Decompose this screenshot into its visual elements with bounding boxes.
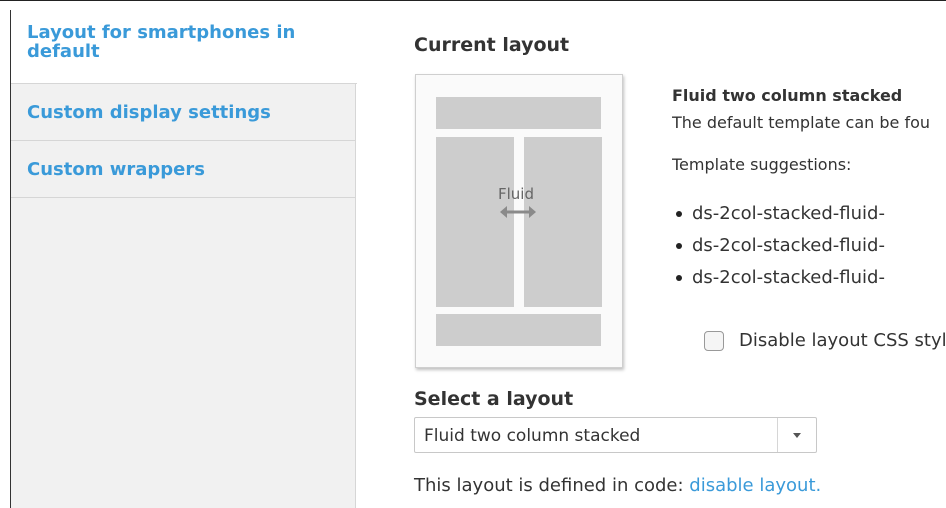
template-suggestions-list: ds-2col-stacked-fluid- ds-2col-stacked-f…: [672, 198, 946, 294]
bullet-icon: [676, 211, 682, 217]
suggestion-text: ds-2col-stacked-fluid-: [692, 267, 885, 288]
layout-select-value: Fluid two column stacked: [424, 426, 641, 446]
double-arrow-icon: [500, 206, 536, 218]
tab-custom-display-settings[interactable]: Custom display settings: [11, 84, 355, 141]
vertical-tabs: Layout for smartphones in default Custom…: [11, 10, 357, 508]
defined-in-code-text: This layout is defined in code:: [414, 475, 690, 496]
thumbnail-footer-region: [436, 314, 601, 346]
select-dropdown-button[interactable]: [777, 418, 816, 452]
template-suggestions-label: Template suggestions:: [672, 155, 852, 174]
bullet-icon: [676, 243, 682, 249]
disable-css-row: Disable layout CSS styl: [704, 330, 946, 351]
layout-info: Fluid two column stacked The default tem…: [672, 86, 946, 294]
bullet-icon: [676, 275, 682, 281]
layout-select[interactable]: Fluid two column stacked: [414, 417, 817, 453]
layout-description: The default template can be fou: [672, 113, 931, 132]
thumbnail-fluid-label: Fluid: [498, 185, 534, 203]
current-layout-title: Current layout: [414, 34, 570, 56]
chevron-down-icon: [793, 432, 801, 438]
disable-layout-link[interactable]: disable layout.: [689, 475, 821, 496]
defined-in-code-note: This layout is defined in code: disable …: [414, 475, 821, 496]
tab-layout-for-smartphones[interactable]: Layout for smartphones in default: [11, 10, 357, 84]
thumbnail-left-column: [436, 137, 514, 307]
tab-label-line1: Layout for smartphones in: [27, 22, 296, 43]
layout-name: Fluid two column stacked: [672, 86, 903, 105]
thumbnail-right-column: [524, 137, 602, 307]
list-item: ds-2col-stacked-fluid-: [672, 230, 946, 262]
tab-label-line2: default: [27, 41, 100, 62]
layout-thumbnail: Fluid: [415, 74, 623, 368]
disable-css-label[interactable]: Disable layout CSS styl: [739, 330, 946, 351]
disable-css-checkbox[interactable]: [704, 330, 724, 351]
main-content: Current layout Fluid Fluid two column st…: [356, 10, 946, 508]
list-item: ds-2col-stacked-fluid-: [672, 262, 946, 294]
suggestion-text: ds-2col-stacked-fluid-: [692, 235, 885, 256]
thumbnail-header-region: [436, 97, 601, 129]
select-layout-title: Select a layout: [414, 388, 574, 410]
list-item: ds-2col-stacked-fluid-: [672, 198, 946, 230]
tab-custom-wrappers[interactable]: Custom wrappers: [11, 141, 355, 198]
suggestion-text: ds-2col-stacked-fluid-: [692, 203, 885, 224]
